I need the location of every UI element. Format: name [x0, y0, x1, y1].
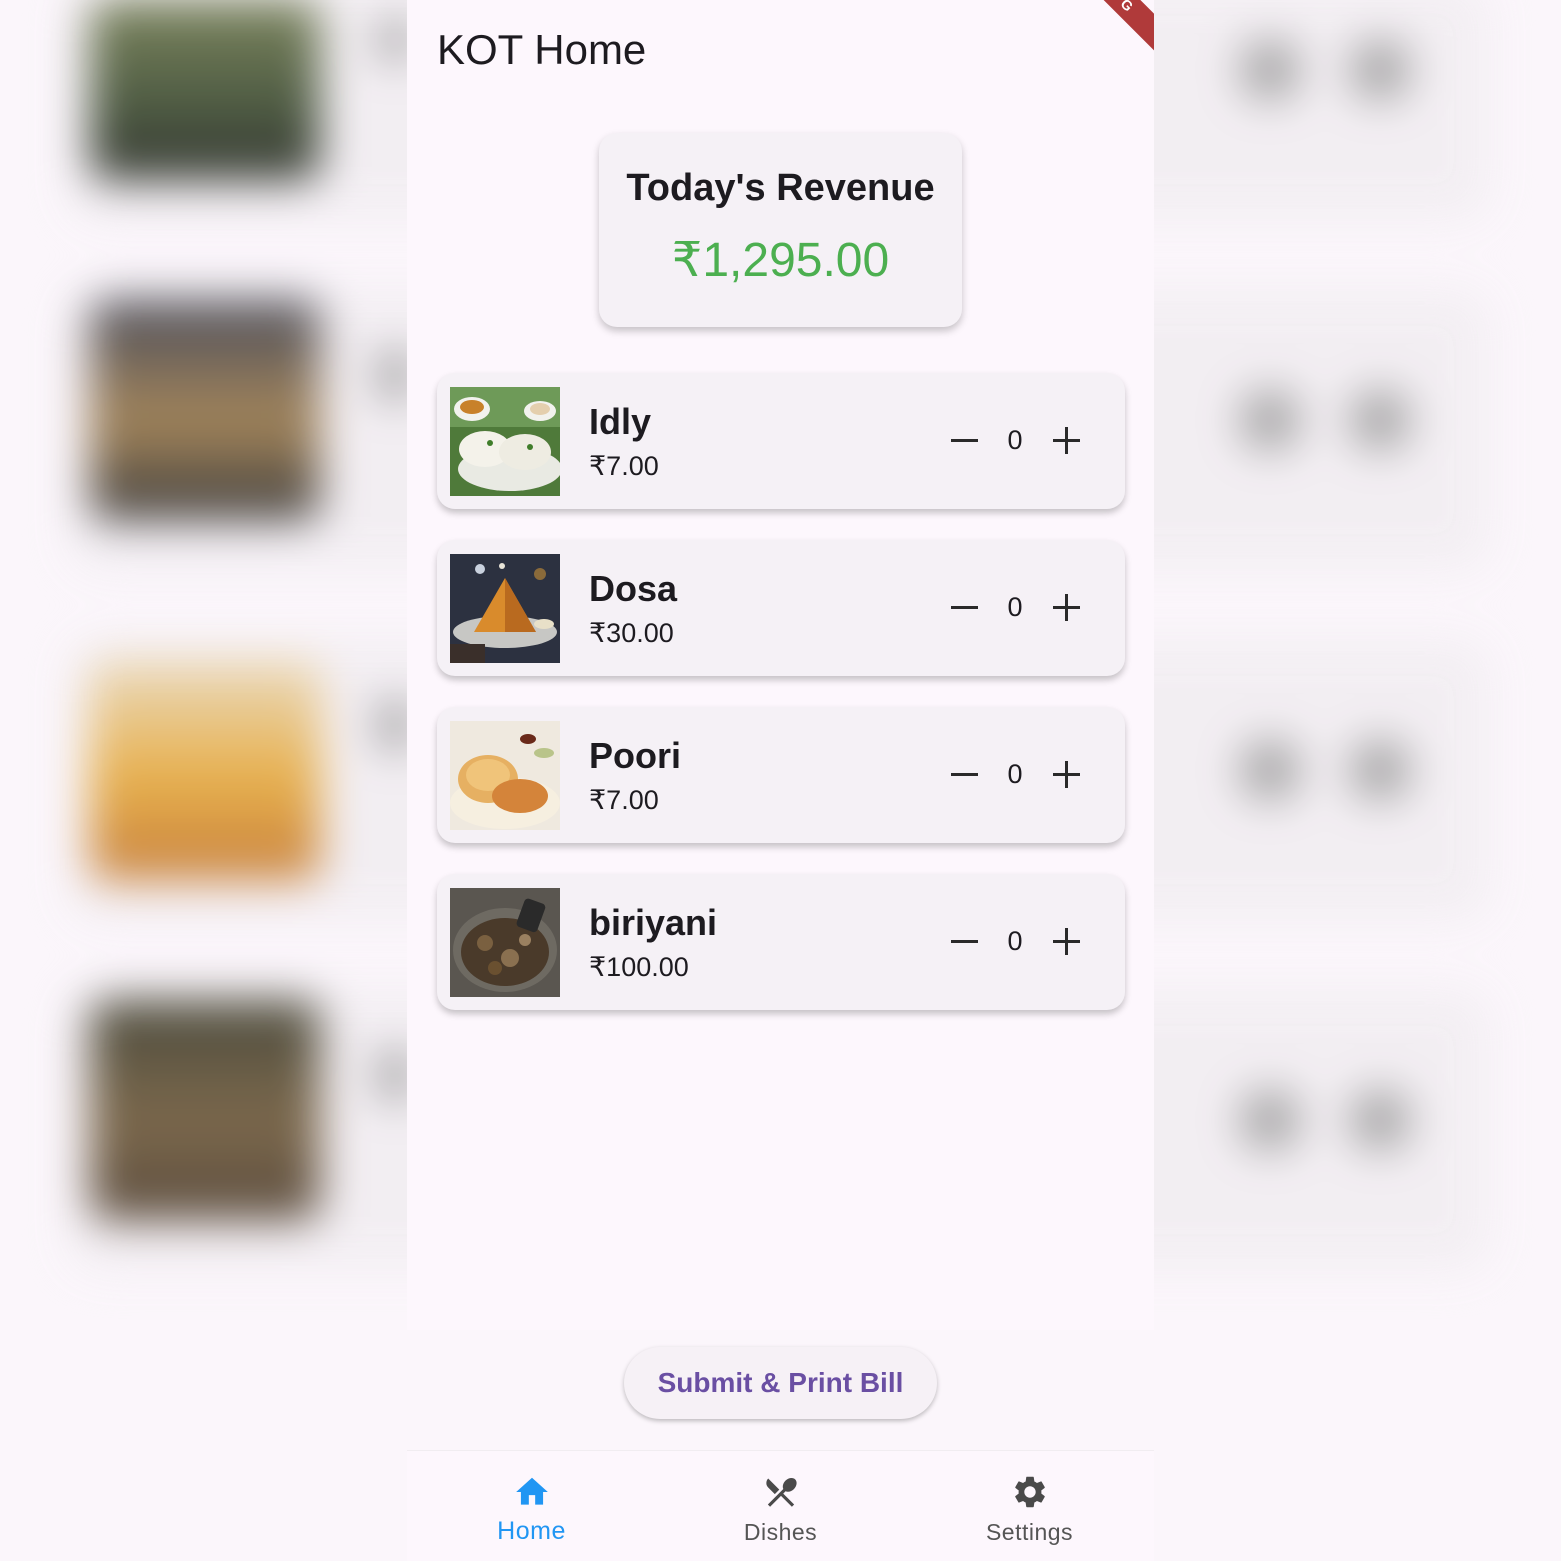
nav-item-home[interactable]: Home: [407, 1451, 656, 1561]
home-icon: [513, 1473, 551, 1511]
fork-knife-icon: [762, 1473, 800, 1511]
dish-name: biriyani: [589, 902, 718, 943]
quantity-value: 0: [1007, 425, 1023, 455]
dish-price: ₹7.00: [589, 451, 659, 481]
dish-card-poori: Poori ₹7.00 0: [437, 707, 1125, 843]
nav-label: Home: [497, 1517, 566, 1545]
quantity-value: 0: [1007, 759, 1023, 789]
increase-quantity-button[interactable]: [1049, 418, 1085, 464]
main-screen: G KOT Home Today's Revenue ₹1,295.00 Idl…: [407, 0, 1154, 1330]
decrease-quantity-button[interactable]: [947, 585, 983, 631]
idly-photo: [450, 387, 560, 496]
revenue-amount: ₹1,295.00: [671, 234, 890, 287]
dish-price: ₹30.00: [589, 618, 674, 648]
dish-price: ₹100.00: [589, 952, 689, 982]
quantity-value: 0: [1007, 592, 1023, 622]
dish-name: Dosa: [589, 568, 678, 609]
increase-quantity-button[interactable]: [1049, 752, 1085, 798]
bottom-navigation: Home Dishes Settings: [407, 1450, 1154, 1561]
submit-print-bill-button[interactable]: Submit & Print Bill: [624, 1347, 937, 1419]
dish-card-dosa: Dosa ₹30.00 0: [437, 540, 1125, 676]
biriyani-photo: [450, 888, 560, 997]
increase-quantity-button[interactable]: [1049, 585, 1085, 631]
page-title: KOT Home: [437, 26, 647, 73]
decrease-quantity-button[interactable]: [947, 418, 983, 464]
dish-card-idly: Idly ₹7.00 0: [437, 373, 1125, 509]
increase-quantity-button[interactable]: [1049, 919, 1085, 965]
dish-name: Poori: [589, 735, 682, 776]
revenue-card: Today's Revenue ₹1,295.00: [599, 133, 962, 327]
decrease-quantity-button[interactable]: [947, 919, 983, 965]
dish-price: ₹7.00: [589, 785, 659, 815]
dosa-photo: [450, 554, 560, 663]
debug-banner: G: [1064, 0, 1154, 68]
nav-label: Settings: [985, 1519, 1074, 1545]
nav-label: Dishes: [743, 1519, 818, 1545]
nav-item-settings[interactable]: Settings: [905, 1451, 1154, 1561]
app-screen: G KOT Home Today's Revenue ₹1,295.00 Idl…: [0, 0, 1561, 1561]
nav-item-dishes[interactable]: Dishes: [656, 1451, 905, 1561]
dish-name: Idly: [589, 401, 652, 442]
revenue-title: Today's Revenue: [626, 167, 935, 209]
poori-photo: [450, 721, 560, 830]
quantity-value: 0: [1007, 926, 1023, 956]
dish-card-biriyani: biriyani ₹100.00 0: [437, 874, 1125, 1010]
gear-icon: [1011, 1473, 1049, 1511]
decrease-quantity-button[interactable]: [947, 752, 983, 798]
